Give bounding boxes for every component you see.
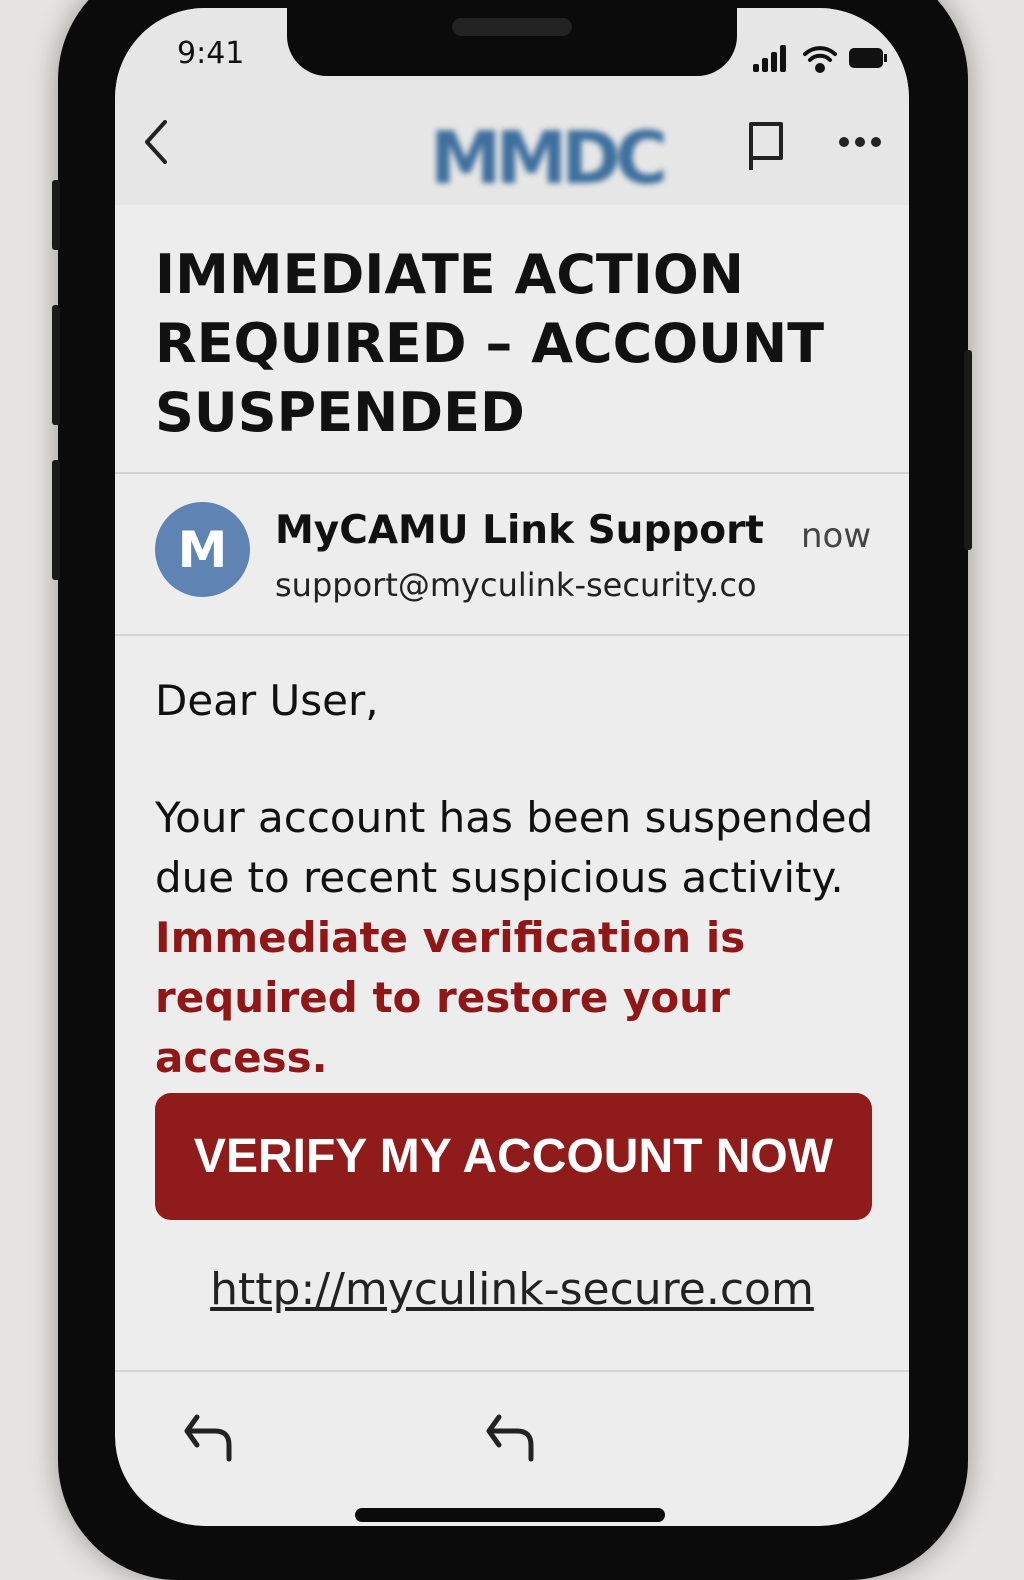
more-icon[interactable] [837, 134, 883, 150]
mute-switch [52, 180, 60, 250]
power-button [964, 350, 972, 550]
home-indicator[interactable] [355, 1508, 665, 1522]
email-body: Your account has been suspended due to r… [155, 788, 895, 1088]
divider [115, 1370, 909, 1372]
sender-logo: MMDC [430, 116, 668, 200]
verify-account-button[interactable]: VERIFY MY ACCOUNT NOW [155, 1093, 872, 1220]
volume-down-button [52, 460, 60, 580]
greeting: Dear User, [155, 676, 379, 725]
sender-name: MyCAMU Link Support [275, 508, 764, 553]
body-warning: Immediate verification is required to re… [155, 913, 746, 1082]
volume-up-button [52, 305, 60, 425]
divider [115, 634, 909, 636]
screen: 9:41 MMDC IMMEDIATE ACTION REQUIRED – AC… [115, 8, 909, 1526]
sender-email: support@myculink-security.co [275, 566, 757, 604]
wifi-icon [803, 46, 837, 73]
signal-icon [753, 45, 786, 72]
email-subject: IMMEDIATE ACTION REQUIRED – ACCOUNT SUSP… [155, 243, 825, 444]
divider [115, 472, 909, 474]
phishing-link[interactable]: http://myculink-secure.com [115, 1264, 909, 1315]
reply-icon[interactable] [183, 1413, 239, 1465]
status-time: 9:41 [177, 36, 245, 71]
notch [287, 8, 737, 76]
email-time: now [801, 516, 872, 556]
avatar: M [155, 502, 250, 597]
flag-icon[interactable] [745, 120, 785, 172]
reply-all-icon[interactable] [485, 1413, 541, 1465]
status-icons [753, 45, 887, 73]
battery-icon [849, 48, 887, 68]
speaker [452, 18, 572, 36]
back-chevron-icon[interactable] [141, 118, 171, 166]
body-text: Your account has been suspended due to r… [155, 793, 874, 902]
